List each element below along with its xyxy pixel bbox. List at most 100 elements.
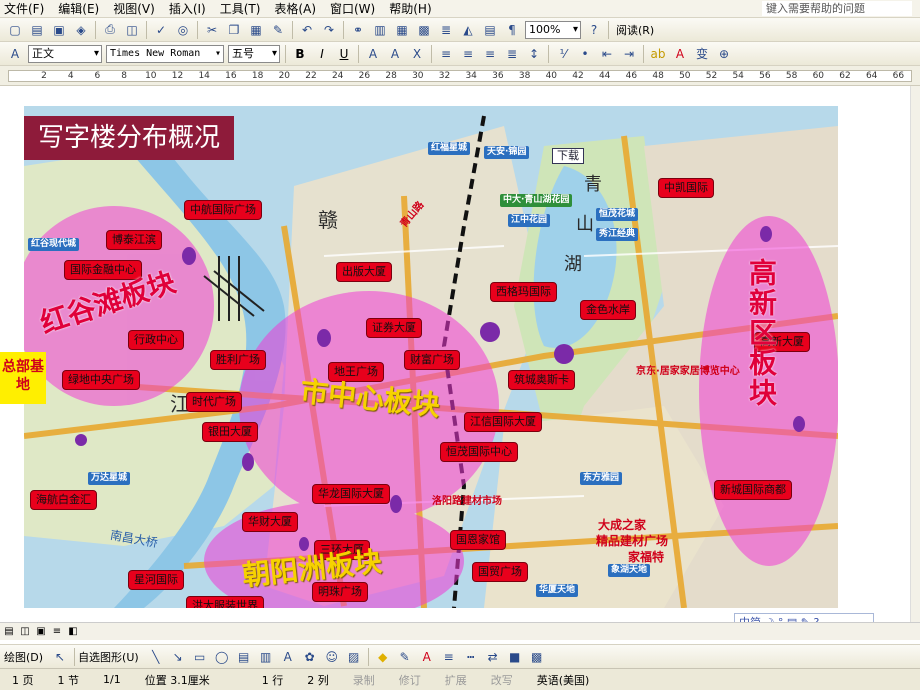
format-painter-icon[interactable]: ✎	[269, 21, 287, 39]
char-shading-icon[interactable]: A	[386, 45, 404, 63]
redo-icon[interactable]: ↷	[320, 21, 338, 39]
place-jiangzhong: 江中花园	[508, 214, 551, 227]
char-scale-icon[interactable]: X	[408, 45, 426, 63]
status-extend[interactable]: 扩展	[445, 672, 467, 688]
insert-table-icon[interactable]: ▦	[393, 21, 411, 39]
cut-icon[interactable]: ✂	[203, 21, 221, 39]
line-style-icon[interactable]: ≡	[440, 648, 458, 666]
status-overtype[interactable]: 改写	[491, 672, 513, 688]
status-track-changes[interactable]: 修订	[399, 672, 421, 688]
char-border-icon[interactable]: A	[364, 45, 382, 63]
bold-icon[interactable]: B	[291, 45, 309, 63]
select-objects-icon[interactable]: ↖	[51, 648, 69, 666]
wordart-icon[interactable]: A	[279, 648, 297, 666]
menu-table[interactable]: 表格(A)	[274, 0, 316, 17]
vertical-textbox-icon[interactable]: ▥	[257, 648, 275, 666]
save-icon[interactable]: ▣	[50, 21, 68, 39]
clipart-icon[interactable]: ☺	[323, 648, 341, 666]
tables-borders-icon[interactable]: ▥	[371, 21, 389, 39]
callout-zhongkai: 中凯国际	[658, 178, 714, 198]
print-view-icon[interactable]: ▣	[34, 625, 48, 639]
oval-icon[interactable]: ◯	[213, 648, 231, 666]
line-icon[interactable]: ╲	[147, 648, 165, 666]
open-folder-icon[interactable]: ▤	[28, 21, 46, 39]
rectangle-icon[interactable]: ▭	[191, 648, 209, 666]
copy-icon[interactable]: ❐	[225, 21, 243, 39]
toolbar-divider	[548, 44, 549, 63]
draw-font-color-icon[interactable]: A	[418, 648, 436, 666]
phonetic-guide-icon[interactable]: 变	[693, 45, 711, 63]
outline-view-icon[interactable]: ≡	[50, 625, 64, 639]
distributed-icon[interactable]: ≣	[503, 45, 521, 63]
highlight-icon[interactable]: ab	[649, 45, 667, 63]
menu-edit[interactable]: 编辑(E)	[58, 0, 99, 17]
help-search-input[interactable]: 键入需要帮助的问题	[762, 1, 912, 16]
help-icon[interactable]: ?	[585, 21, 603, 39]
italic-icon[interactable]: I	[313, 45, 331, 63]
normal-view-icon[interactable]: ▤	[2, 625, 16, 639]
arrow-style-icon[interactable]: ⇄	[484, 648, 502, 666]
diagram-icon[interactable]: ✿	[301, 648, 319, 666]
ruler-number: 52	[705, 71, 718, 81]
underline-icon[interactable]: U	[335, 45, 353, 63]
columns-icon[interactable]: ≣	[437, 21, 455, 39]
shadow-icon[interactable]: ■	[506, 648, 524, 666]
picture-icon[interactable]: ▨	[345, 648, 363, 666]
horizontal-ruler[interactable]: 2 4 6 8 10 12 14 16 18 20 22 24 26 28 30 32 34 36 38 40 42 44…	[0, 66, 920, 86]
status-record[interactable]: 录制	[353, 672, 375, 688]
increase-indent-icon[interactable]: ⇥	[620, 45, 638, 63]
draw-menu-button[interactable]: 绘图(D)	[4, 649, 43, 665]
show-hide-icon[interactable]: ¶	[503, 21, 521, 39]
web-view-icon[interactable]: ◫	[18, 625, 32, 639]
line-color-icon[interactable]: ✎	[396, 648, 414, 666]
menu-view[interactable]: 视图(V)	[113, 0, 155, 17]
align-center-icon[interactable]: ≡	[459, 45, 477, 63]
ad-jingpin: 精品建材广场	[596, 534, 669, 548]
undo-icon[interactable]: ↶	[298, 21, 316, 39]
menu-insert[interactable]: 插入(I)	[169, 0, 206, 17]
drawing-icon[interactable]: ◭	[459, 21, 477, 39]
insert-excel-icon[interactable]: ▩	[415, 21, 433, 39]
vertical-scrollbar[interactable]	[910, 86, 920, 622]
style-select[interactable]: 正文	[28, 44, 102, 63]
menu-tools[interactable]: 工具(T)	[220, 0, 261, 17]
font-color-icon[interactable]: A	[671, 45, 689, 63]
menu-help[interactable]: 帮助(H)	[389, 0, 431, 17]
horizontal-scrollbar[interactable]: ▤ ◫ ▣ ≡ ◧	[0, 622, 920, 640]
document-map-icon[interactable]: ▤	[481, 21, 499, 39]
new-document-icon[interactable]: ▢	[6, 21, 24, 39]
print-preview-icon[interactable]: ◫	[123, 21, 141, 39]
styles-icon[interactable]: A	[6, 45, 24, 63]
spelling-icon[interactable]: ✓	[152, 21, 170, 39]
fill-color-icon[interactable]: ◆	[374, 648, 392, 666]
dash-style-icon[interactable]: ┅	[462, 648, 480, 666]
menu-file[interactable]: 文件(F)	[4, 0, 44, 17]
research-icon[interactable]: ◎	[174, 21, 192, 39]
menu-window[interactable]: 窗口(W)	[330, 0, 375, 17]
align-right-icon[interactable]: ≡	[481, 45, 499, 63]
callout-xincheng: 新城国际商都	[714, 480, 792, 500]
read-mode-button[interactable]: 阅读(R)	[616, 22, 654, 38]
line-spacing-icon[interactable]: ↕	[525, 45, 543, 63]
autoshapes-button[interactable]: 自选图形(U)	[78, 649, 139, 665]
place-wanda: 万达星城	[88, 472, 131, 485]
align-justify-icon[interactable]: ≡	[437, 45, 455, 63]
enclose-char-icon[interactable]: ⊕	[715, 45, 733, 63]
textbox-icon[interactable]: ▤	[235, 648, 253, 666]
font-size-select[interactable]: 五号	[228, 44, 280, 63]
decrease-indent-icon[interactable]: ⇤	[598, 45, 616, 63]
print-icon[interactable]: ⎙	[101, 21, 119, 39]
bullets-icon[interactable]: •	[576, 45, 594, 63]
permission-icon[interactable]: ◈	[72, 21, 90, 39]
3d-icon[interactable]: ▩	[528, 648, 546, 666]
callout-shidai: 时代广场	[186, 392, 242, 412]
reading-view-icon[interactable]: ◧	[66, 625, 80, 639]
zoom-select[interactable]: 100%	[525, 20, 581, 39]
numbering-icon[interactable]: ⅟	[554, 45, 572, 63]
download-button[interactable]: 下载	[552, 148, 584, 164]
arrow-icon[interactable]: ↘	[169, 648, 187, 666]
ruler-number: 22	[305, 71, 317, 81]
paste-icon[interactable]: ▦	[247, 21, 265, 39]
font-select[interactable]: Times New Roman	[106, 44, 224, 63]
hyperlink-icon[interactable]: ⚭	[349, 21, 367, 39]
